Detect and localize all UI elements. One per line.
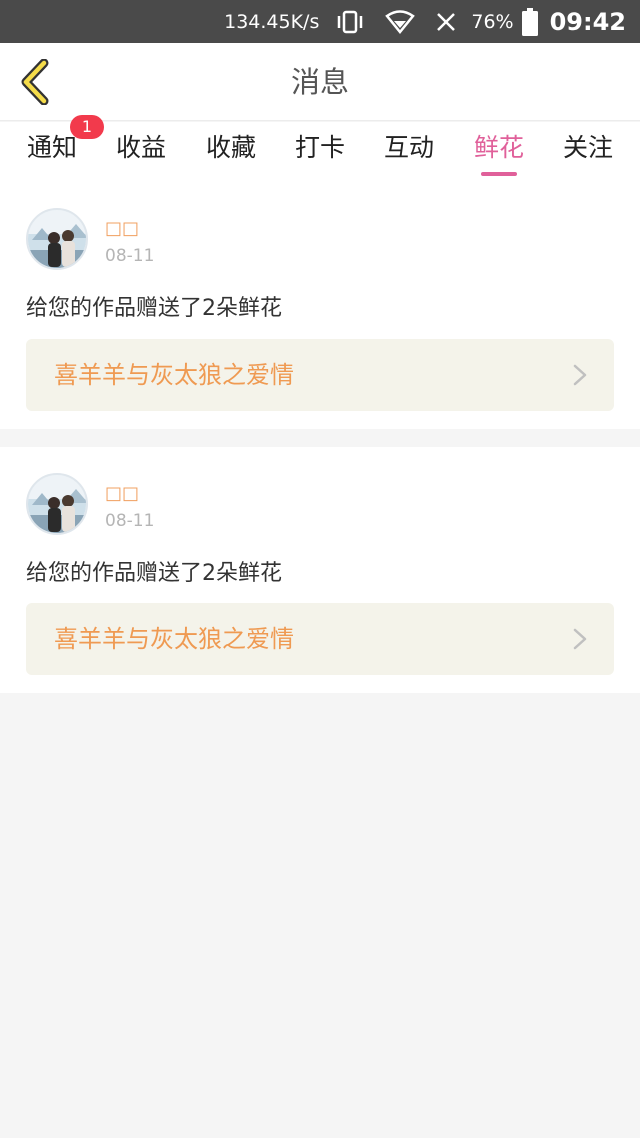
header: 消息	[0, 43, 640, 121]
message-date: 08-11	[105, 246, 155, 266]
message-card: □□ 08-11 给您的作品赠送了2朵鲜花 喜羊羊与灰太狼之爱情	[0, 447, 640, 693]
tab-flowers[interactable]: 鲜花	[459, 122, 539, 182]
tab-label: 鲜花	[473, 133, 524, 162]
avatar[interactable]	[26, 208, 88, 270]
tab-label: 关注	[562, 133, 613, 162]
message-date: 08-11	[105, 511, 155, 531]
active-tab-indicator	[481, 172, 517, 176]
work-link[interactable]: 喜羊羊与灰太狼之爱情	[26, 339, 614, 411]
vibrate-icon	[335, 10, 365, 34]
tab-checkin[interactable]: 打卡	[280, 122, 360, 182]
tab-follows[interactable]: 关注	[548, 122, 628, 182]
net-speed: 134.45K/s	[224, 10, 320, 33]
tab-label: 互动	[383, 133, 434, 162]
notification-badge: 1	[70, 115, 104, 139]
status-bar: 134.45K/s 76% 09:42	[0, 0, 640, 43]
tab-label: 通知	[26, 133, 77, 162]
work-link[interactable]: 喜羊羊与灰太狼之爱情	[26, 603, 614, 675]
work-title: 喜羊羊与灰太狼之爱情	[54, 361, 294, 389]
message-text: 给您的作品赠送了2朵鲜花	[26, 296, 282, 321]
chevron-right-icon	[573, 364, 587, 386]
wifi-icon	[385, 9, 416, 34]
tab-label: 收藏	[205, 133, 256, 162]
clock: 09:42	[549, 7, 626, 36]
battery-percent: 76%	[471, 10, 514, 33]
no-signal-icon	[435, 11, 457, 33]
tab-favorites[interactable]: 收藏	[191, 122, 271, 182]
message-card: □□ 08-11 给您的作品赠送了2朵鲜花 喜羊羊与灰太狼之爱情	[0, 182, 640, 429]
page-title: 消息	[290, 65, 349, 99]
tab-label: 收益	[115, 133, 166, 162]
username[interactable]: □□	[105, 483, 139, 504]
work-title: 喜羊羊与灰太狼之爱情	[54, 625, 294, 653]
tab-earnings[interactable]: 收益	[101, 122, 181, 182]
battery-icon	[521, 7, 538, 36]
avatar[interactable]	[26, 473, 88, 535]
username[interactable]: □□	[105, 218, 139, 239]
message-text: 给您的作品赠送了2朵鲜花	[26, 561, 282, 586]
tab-interactions[interactable]: 互动	[369, 122, 449, 182]
chevron-right-icon	[573, 628, 587, 650]
tab-label: 打卡	[294, 133, 345, 162]
